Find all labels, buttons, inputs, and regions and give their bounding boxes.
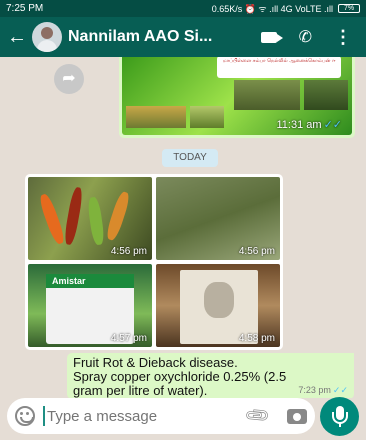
image-time: 4:56 pm (110, 246, 147, 257)
message-line: Fruit Rot & Dieback disease. (73, 355, 238, 370)
chilli-shape (63, 186, 84, 246)
network-status-text: 0.65K/s ⏰ ᯤ .ıll 4G VoLTE .ıll (211, 4, 333, 14)
text-message[interactable]: Fruit Rot & Dieback disease. Spray coppe… (67, 353, 354, 398)
status-indicators: 0.65K/s ⏰ ᯤ .ıll 4G VoLTE .ıll 7% (212, 2, 360, 15)
chilli-shape (104, 190, 132, 242)
time-label: 7:23 pm (298, 385, 331, 395)
forward-icon[interactable]: ➦ (54, 64, 84, 94)
chat-title[interactable]: Nannilam AAO Si... (68, 28, 261, 46)
poster-photo (190, 106, 224, 128)
image-time: 4:56 pm (238, 246, 275, 257)
attach-icon[interactable]: 📎︎ (244, 401, 273, 430)
battery-icon: 7% (338, 4, 360, 13)
gallery-image-fungicide-bottle[interactable]: Amistar 4:57 pm (28, 264, 152, 347)
header-actions: ✆ ⋮ (260, 27, 360, 47)
status-bar: 7:25 PM 0.65K/s ⏰ ᯤ .ıll 4G VoLTE .ıll 7… (0, 0, 366, 17)
video-call-icon[interactable] (260, 31, 283, 43)
emoji-icon[interactable] (15, 406, 35, 426)
mic-icon-stem (339, 422, 341, 427)
message-line: Spray copper oxychloride 0.25% (2.5 (73, 369, 287, 384)
poster-photo (234, 80, 300, 110)
image-gallery-message[interactable]: 4:56 pm 4:56 pm Amistar 4:57 pm 4:58 pm (25, 174, 283, 350)
chilli-shape (86, 196, 106, 246)
back-arrow-icon[interactable]: ← (6, 27, 28, 47)
battery-level: 7% (343, 5, 355, 12)
camera-icon[interactable] (287, 408, 307, 424)
poster-photo (304, 80, 348, 110)
read-receipt-icon: ✓✓ (332, 385, 348, 395)
chat-header: ← Nannilam AAO Si... ✆ ⋮ (0, 17, 366, 57)
message-input[interactable] (43, 406, 248, 426)
status-time: 7:25 PM (6, 3, 44, 14)
image-time: 4:57 pm (110, 333, 147, 344)
poster-image[interactable]: மாப்பிள்ளை சம்பா நெல்லில் ஆனைக்கொம்பன் ஈ… (122, 57, 352, 135)
gallery-image-fungicide-sachet[interactable]: 4:58 pm (156, 264, 280, 347)
avatar[interactable] (32, 22, 62, 52)
message-time: 11:31 am ✓✓ (277, 118, 343, 131)
gallery-image-infected-chillies[interactable]: 4:56 pm (28, 177, 152, 260)
forwarded-image-message[interactable]: மாப்பிள்ளை சம்பா நெல்லில் ஆனைக்கொம்பன் ஈ… (119, 57, 355, 138)
read-receipt-icon: ✓✓ (323, 119, 342, 131)
poster-photo (126, 106, 186, 128)
phone-icon[interactable]: ✆ (299, 27, 312, 47)
sachet-figure (204, 282, 234, 318)
date-divider: TODAY (162, 149, 218, 167)
message-composer: 📎︎ (7, 398, 315, 434)
mic-button[interactable] (320, 397, 359, 436)
chilli-shape (37, 192, 67, 246)
more-options-icon[interactable]: ⋮ (334, 28, 352, 46)
product-name: Amistar (46, 274, 134, 288)
time-label: 11:31 am (276, 119, 322, 131)
gallery-image-dried-plants[interactable]: 4:56 pm (156, 177, 280, 260)
image-time: 4:58 pm (238, 333, 275, 344)
message-time: 7:23 pm ✓✓ (298, 383, 348, 397)
poster-caption: மாப்பிள்ளை சம்பா நெல்லில் ஆனைக்கொம்பன் ஈ (217, 57, 341, 78)
chat-area[interactable]: ➦ மாப்பிள்ளை சம்பா நெல்லில் ஆனைக்கொம்பன்… (0, 57, 366, 398)
